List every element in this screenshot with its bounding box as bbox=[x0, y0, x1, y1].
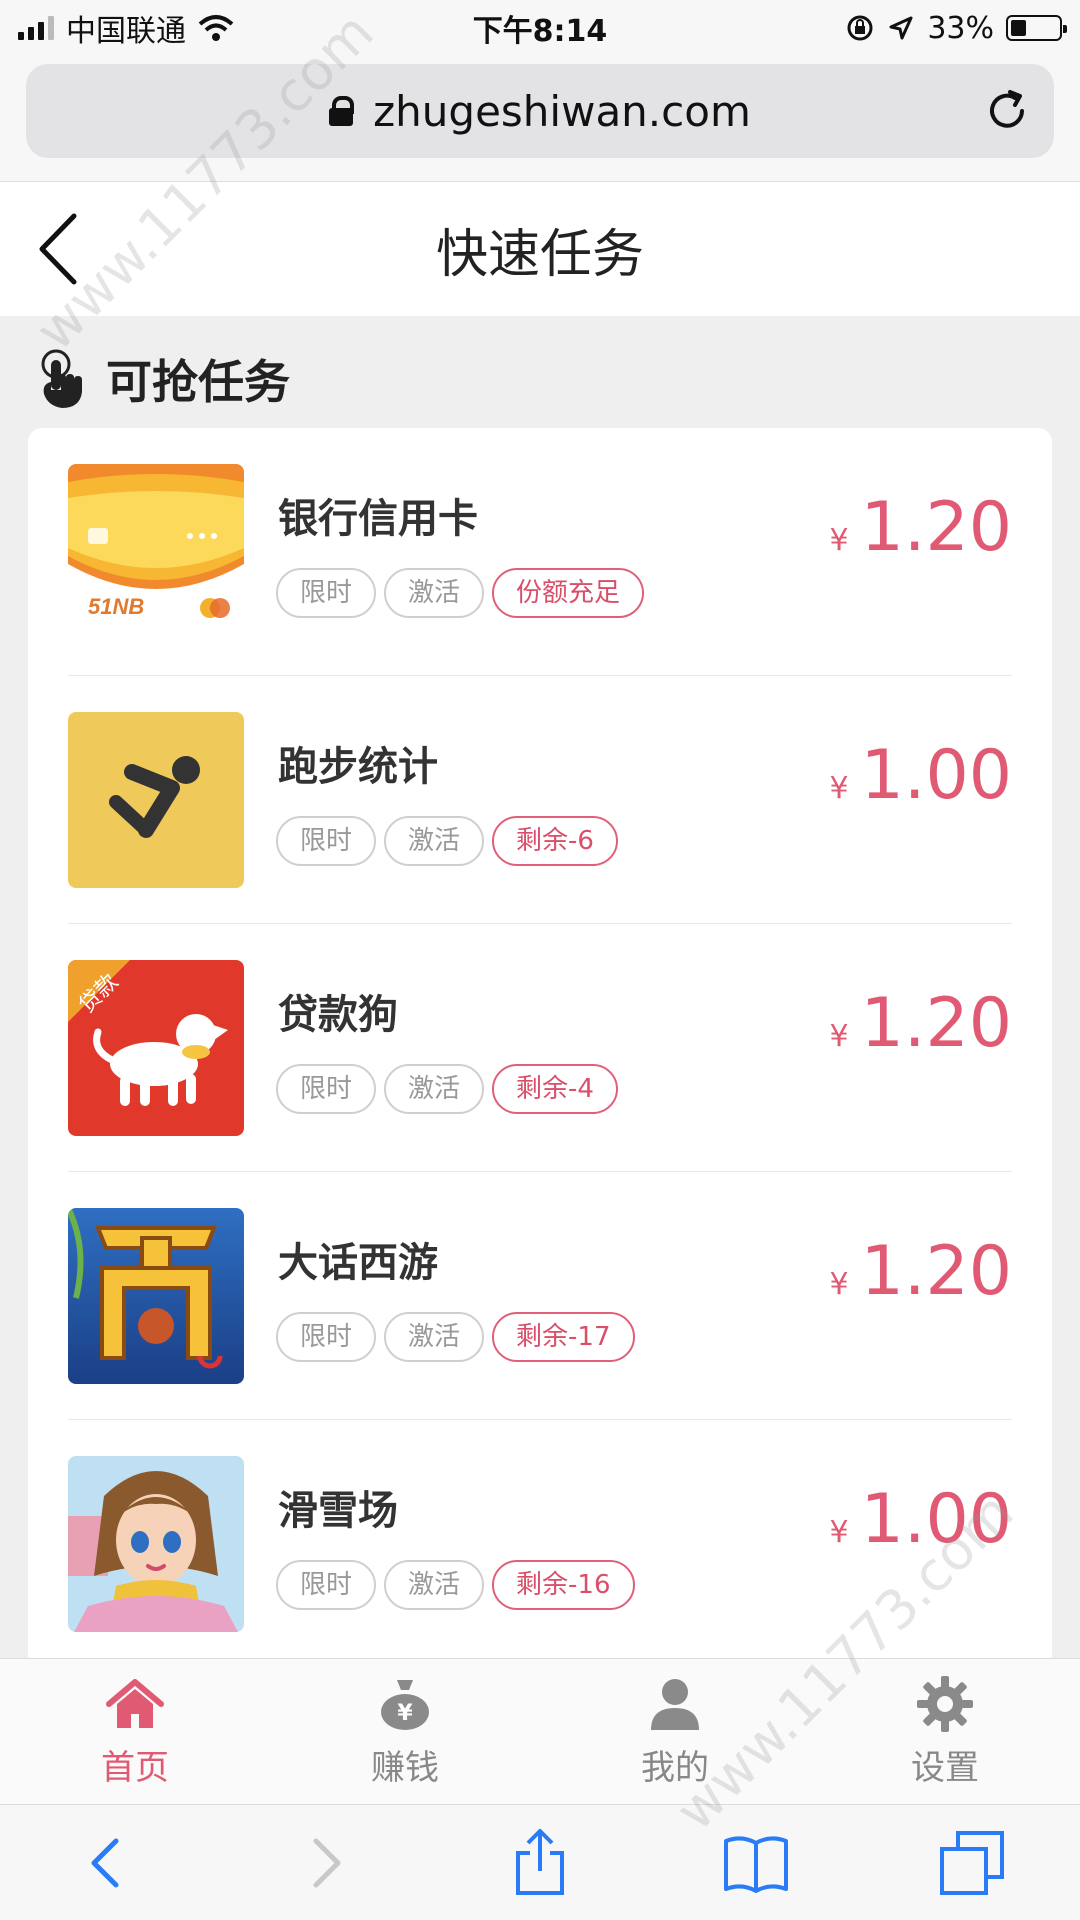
page: 中国联通 下午8:14 33% zhugeshiwan.com 快速任务 可抢任… bbox=[0, 0, 1080, 1920]
task-list: 51NB 银行信用卡 限时 激活 份额充足 ¥ 1.20 跑步统计 限时 激活 … bbox=[28, 428, 1052, 1668]
tab-earn-label: 赚钱 bbox=[371, 1748, 439, 1788]
task-price: ¥ 1.20 bbox=[830, 488, 1013, 567]
tab-settings[interactable]: 设置 bbox=[810, 1659, 1080, 1804]
task-name: 大话西游 bbox=[278, 1240, 438, 1286]
task-tags: 限时 激活 份额充足 bbox=[276, 568, 645, 618]
task-row[interactable]: 贷款 贷款狗 限时 激活 剩余-4 ¥ 1.20 bbox=[68, 924, 1012, 1172]
task-tags: 限时 激活 剩余-16 bbox=[276, 1560, 635, 1610]
task-price: ¥ 1.00 bbox=[830, 1480, 1013, 1559]
url-text: zhugeshiwan.com bbox=[373, 86, 751, 136]
task-price: ¥ 1.20 bbox=[830, 984, 1013, 1063]
tag-limited: 限时 bbox=[276, 1312, 377, 1362]
tag-remaining: 剩余-16 bbox=[492, 1560, 635, 1610]
tag-activate: 激活 bbox=[384, 1312, 485, 1362]
task-name: 跑步统计 bbox=[278, 744, 438, 790]
currency-symbol: ¥ bbox=[829, 1267, 849, 1302]
tag-remaining: 剩余-6 bbox=[492, 816, 618, 866]
browser-back-icon[interactable] bbox=[72, 1827, 144, 1899]
tag-remaining: 剩余-17 bbox=[492, 1312, 635, 1362]
back-arrow-icon[interactable] bbox=[36, 212, 96, 286]
tag-limited: 限时 bbox=[276, 816, 377, 866]
tag-activate: 激活 bbox=[384, 1064, 485, 1114]
tabs-icon[interactable] bbox=[936, 1827, 1008, 1899]
status-right: 33% bbox=[845, 10, 1067, 46]
tab-home-label: 首页 bbox=[101, 1748, 169, 1788]
orientation-lock-icon bbox=[847, 15, 873, 41]
tab-home[interactable]: 首页 bbox=[0, 1659, 270, 1804]
currency-symbol: ¥ bbox=[829, 1515, 849, 1550]
location-arrow-icon bbox=[889, 16, 913, 40]
task-price: ¥ 1.20 bbox=[830, 1232, 1013, 1311]
svg-text:51NB: 51NB bbox=[88, 594, 144, 619]
tag-limited: 限时 bbox=[276, 1064, 377, 1114]
task-row[interactable]: 跑步统计 限时 激活 剩余-6 ¥ 1.00 bbox=[68, 676, 1012, 924]
task-row[interactable]: 大话西游 限时 激活 剩余-17 ¥ 1.20 bbox=[68, 1172, 1012, 1420]
task-name: 银行信用卡 bbox=[278, 496, 478, 542]
tag-quota: 份额充足 bbox=[492, 568, 645, 618]
battery-percent: 33% bbox=[927, 10, 994, 46]
task-row[interactable]: 51NB 银行信用卡 限时 激活 份额充足 ¥ 1.20 bbox=[68, 428, 1012, 676]
page-title: 快速任务 bbox=[435, 224, 644, 285]
tag-activate: 激活 bbox=[384, 568, 485, 618]
ski-resort-game-icon bbox=[68, 1456, 244, 1632]
tab-mine[interactable]: 我的 bbox=[540, 1659, 810, 1804]
currency-symbol: ¥ bbox=[829, 771, 849, 806]
westward-journey-game-icon bbox=[68, 1208, 244, 1384]
task-name: 贷款狗 bbox=[278, 992, 398, 1038]
share-icon[interactable] bbox=[504, 1827, 576, 1899]
running-app-icon bbox=[68, 712, 244, 888]
price-amount: 1.20 bbox=[860, 1232, 1012, 1311]
browser-forward-icon[interactable] bbox=[288, 1827, 360, 1899]
app-header: 快速任务 bbox=[0, 182, 1080, 316]
signal-strength-icon bbox=[18, 16, 54, 40]
gear-icon bbox=[917, 1676, 973, 1732]
tag-activate: 激活 bbox=[384, 1560, 485, 1610]
svg-text:¥: ¥ bbox=[397, 1701, 413, 1726]
task-name: 滑雪场 bbox=[278, 1488, 398, 1534]
reload-icon[interactable] bbox=[982, 86, 1032, 136]
wifi-icon bbox=[198, 15, 234, 41]
bookmarks-icon[interactable] bbox=[720, 1827, 792, 1899]
bottom-tab-bar: 首页 ¥ 赚钱 我的 设置 bbox=[0, 1658, 1080, 1804]
browser-toolbar bbox=[0, 1804, 1080, 1920]
task-tags: 限时 激活 剩余-17 bbox=[276, 1312, 635, 1362]
battery-icon bbox=[1006, 15, 1067, 41]
tag-limited: 限时 bbox=[276, 568, 377, 618]
section-header: 可抢任务 bbox=[34, 346, 290, 412]
user-icon bbox=[651, 1679, 699, 1730]
currency-symbol: ¥ bbox=[829, 1019, 849, 1054]
carrier-label: 中国联通 bbox=[66, 14, 186, 49]
task-row[interactable]: 滑雪场 限时 激活 剩余-16 ¥ 1.00 bbox=[68, 1420, 1012, 1668]
tab-mine-label: 我的 bbox=[641, 1748, 709, 1788]
money-bag-icon: ¥ bbox=[381, 1680, 429, 1730]
credit-card-app-icon: 51NB bbox=[68, 464, 244, 640]
tag-remaining: 剩余-4 bbox=[492, 1064, 618, 1114]
tag-activate: 激活 bbox=[384, 816, 485, 866]
loan-dog-app-icon: 贷款 bbox=[68, 960, 244, 1136]
task-price: ¥ 1.00 bbox=[830, 736, 1013, 815]
tab-earn[interactable]: ¥ 赚钱 bbox=[270, 1659, 540, 1804]
task-tags: 限时 激活 剩余-4 bbox=[276, 1064, 618, 1114]
status-left: 中国联通 bbox=[18, 6, 234, 50]
address-bar[interactable]: zhugeshiwan.com bbox=[26, 64, 1054, 158]
lock-icon bbox=[329, 96, 355, 126]
browser-address-area: zhugeshiwan.com bbox=[0, 56, 1080, 182]
tap-hand-icon bbox=[41, 349, 82, 408]
home-icon bbox=[106, 1679, 164, 1728]
price-amount: 1.20 bbox=[860, 984, 1012, 1063]
tab-settings-label: 设置 bbox=[911, 1748, 979, 1788]
price-amount: 1.00 bbox=[860, 1480, 1012, 1559]
section-title: 可抢任务 bbox=[106, 355, 290, 409]
task-tags: 限时 激活 剩余-6 bbox=[276, 816, 618, 866]
status-bar: 中国联通 下午8:14 33% bbox=[0, 0, 1080, 56]
price-amount: 1.20 bbox=[860, 488, 1012, 567]
currency-symbol: ¥ bbox=[829, 523, 849, 558]
tag-limited: 限时 bbox=[276, 1560, 377, 1610]
price-amount: 1.00 bbox=[860, 736, 1012, 815]
